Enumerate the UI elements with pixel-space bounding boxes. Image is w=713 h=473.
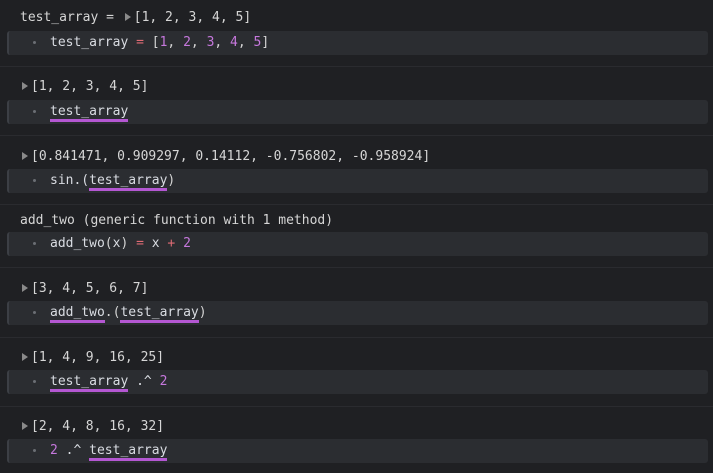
- cell-code[interactable]: test_array = [1, 2, 3, 4, 5]: [50, 31, 269, 55]
- code-number: 2: [50, 443, 58, 458]
- cell-code[interactable]: add_two(x) = x + 2: [50, 232, 191, 256]
- code-operator: .^: [57, 443, 90, 458]
- output-text: add_two (generic function with 1 method): [20, 213, 334, 228]
- drag-dot-icon[interactable]: [33, 311, 36, 314]
- variable-reference[interactable]: test_array: [89, 173, 168, 191]
- code-function: sin.(: [50, 173, 90, 188]
- cell-output-2: [1, 2, 3, 4, 5]: [20, 77, 148, 97]
- code-number: 2: [183, 35, 191, 50]
- cell-code[interactable]: test_array: [50, 100, 129, 124]
- code-cell-5[interactable]: add_two.(test_array): [7, 301, 708, 325]
- drag-dot-icon[interactable]: [33, 110, 36, 113]
- cell-output-3: [0.841471, 0.909297, 0.14112, -0.756802,…: [20, 147, 430, 167]
- cell-output-4: add_two (generic function with 1 method): [20, 211, 333, 231]
- code-number: 2: [159, 374, 168, 389]
- cell-divider: [0, 135, 713, 136]
- output-value[interactable]: [3, 4, 5, 6, 7]: [31, 281, 148, 296]
- cell-output-5: [3, 4, 5, 6, 7]: [20, 279, 148, 299]
- cell-code[interactable]: test_array .^ 2: [50, 370, 167, 394]
- cell-divider: [0, 66, 713, 67]
- drag-dot-icon[interactable]: [33, 41, 36, 44]
- code-cell-3[interactable]: sin.(test_array): [7, 169, 708, 193]
- function-reference[interactable]: add_two: [50, 305, 105, 323]
- code-function: add_two: [50, 236, 105, 251]
- code-bracket: ]: [261, 35, 270, 50]
- output-label: test_array =: [20, 10, 122, 25]
- output-value[interactable]: [1, 2, 3, 4, 5]: [134, 10, 251, 25]
- cell-output-1: test_array = [1, 2, 3, 4, 5]: [20, 8, 251, 28]
- variable-reference[interactable]: test_array: [89, 443, 168, 461]
- code-bracket: .(: [104, 305, 121, 320]
- drag-dot-icon[interactable]: [33, 449, 36, 452]
- code-comma: ,: [167, 35, 184, 50]
- drag-dot-icon[interactable]: [33, 179, 36, 182]
- cell-divider: [0, 337, 713, 338]
- output-value[interactable]: [2, 4, 8, 16, 32]: [31, 419, 164, 434]
- code-comma: ,: [190, 35, 207, 50]
- drag-dot-icon[interactable]: [33, 242, 36, 245]
- cell-divider: [0, 204, 713, 205]
- code-operator: +: [159, 236, 184, 251]
- triangle-right-icon[interactable]: [124, 13, 131, 21]
- cell-code[interactable]: add_two.(test_array): [50, 301, 207, 325]
- code-comma: ,: [214, 35, 231, 50]
- notebook: test_array = [1, 2, 3, 4, 5] test_array …: [0, 0, 713, 473]
- code-cell-4[interactable]: add_two(x) = x + 2: [7, 232, 708, 256]
- cell-divider: [0, 267, 713, 268]
- triangle-right-icon[interactable]: [22, 422, 28, 430]
- code-cell-1[interactable]: test_array = [1, 2, 3, 4, 5]: [7, 31, 708, 55]
- cell-code[interactable]: 2 .^ test_array: [50, 439, 168, 463]
- code-identifier: test_array: [50, 35, 129, 50]
- output-value[interactable]: [1, 4, 9, 16, 25]: [31, 350, 164, 365]
- code-bracket: ): [198, 305, 207, 320]
- code-bracket: [: [151, 35, 160, 50]
- code-cell-7[interactable]: 2 .^ test_array: [7, 439, 708, 463]
- code-bracket: ): [167, 173, 176, 188]
- triangle-right-icon[interactable]: [22, 353, 28, 361]
- cell-divider: [0, 406, 713, 407]
- code-bracket: (: [104, 236, 113, 251]
- triangle-right-icon[interactable]: [22, 82, 28, 90]
- variable-reference[interactable]: test_array: [50, 374, 129, 392]
- code-operator: .^: [128, 374, 160, 389]
- cell-output-6: [1, 4, 9, 16, 25]: [20, 348, 164, 368]
- code-identifier: x: [151, 236, 160, 251]
- cell-output-7: [2, 4, 8, 16, 32]: [20, 417, 164, 437]
- code-cell-6[interactable]: test_array .^ 2: [7, 370, 708, 394]
- code-number: 2: [183, 236, 191, 251]
- code-number: 4: [230, 35, 238, 50]
- variable-reference[interactable]: test_array: [120, 305, 199, 323]
- code-cell-2[interactable]: test_array: [7, 100, 708, 124]
- code-operator: =: [128, 236, 152, 251]
- code-operator: =: [128, 35, 152, 50]
- triangle-right-icon[interactable]: [22, 284, 28, 292]
- code-comma: ,: [237, 35, 254, 50]
- drag-dot-icon[interactable]: [33, 380, 36, 383]
- output-value[interactable]: [0.841471, 0.909297, 0.14112, -0.756802,…: [31, 149, 430, 164]
- triangle-right-icon[interactable]: [22, 152, 28, 160]
- output-value[interactable]: [1, 2, 3, 4, 5]: [31, 79, 148, 94]
- cell-code[interactable]: sin.(test_array): [50, 169, 175, 193]
- variable-reference[interactable]: test_array: [50, 104, 129, 122]
